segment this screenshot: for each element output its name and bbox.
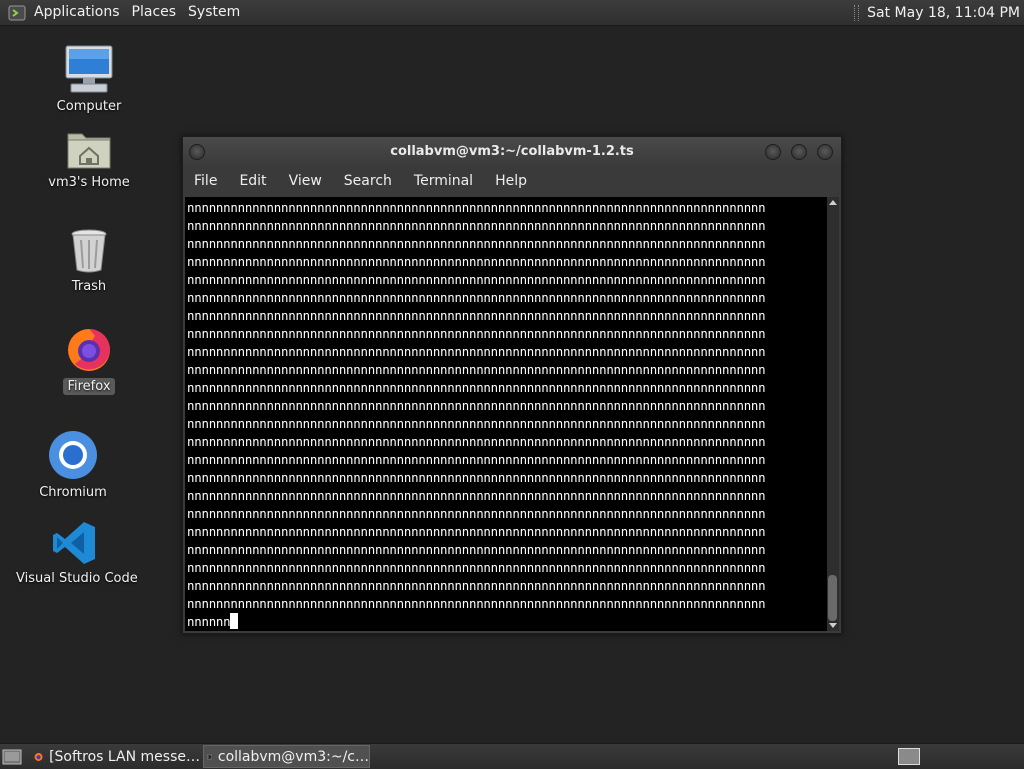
terminal-line: nnnnnnnnnnnnnnnnnnnnnnnnnnnnnnnnnnnnnnnn…: [187, 506, 766, 521]
desktop-icon-label: vm3's Home: [48, 175, 130, 190]
terminal-line: nnnnnnnnnnnnnnnnnnnnnnnnnnnnnnnnnnnnnnnn…: [187, 488, 766, 503]
terminal-line: nnnnnnnnnnnnnnnnnnnnnnnnnnnnnnnnnnnnnnnn…: [187, 290, 766, 305]
scrollbar-thumb[interactable]: [828, 575, 837, 621]
taskbar-item-label: [Softros LAN messe…: [49, 748, 200, 765]
terminal-line: nnnnnnnnnnnnnnnnnnnnnnnnnnnnnnnnnnnnnnnn…: [187, 416, 766, 431]
show-desktop-button[interactable]: [2, 745, 24, 768]
taskbar-item-softros[interactable]: [Softros LAN messe…: [34, 745, 200, 768]
close-button[interactable]: [817, 144, 833, 160]
terminal-scrollbar[interactable]: [827, 197, 839, 631]
menu-search[interactable]: Search: [333, 173, 403, 189]
desktop-icon-vscode[interactable]: Visual Studio Code: [12, 520, 138, 587]
terminal-line: nnnnnnnnnnnnnnnnnnnnnnnnnnnnnnnnnnnnnnnn…: [187, 254, 766, 269]
terminal-menubar: File Edit View Search Terminal Help: [183, 167, 841, 195]
chromium-icon: [49, 431, 97, 479]
maximize-button[interactable]: [791, 144, 807, 160]
terminal-line: nnnnnnnnnnnnnnnnnnnnnnnnnnnnnnnnnnnnnnnn…: [187, 470, 766, 485]
top-panel: Applications Places System Sat May 18, 1…: [0, 0, 1024, 26]
terminal-line: nnnnnnnnnnnnnnnnnnnnnnnnnnnnnnnnnnnnnnnn…: [187, 362, 766, 377]
terminal-line: nnnnnnnnnnnnnnnnnnnnnnnnnnnnnnnnnnnnnnnn…: [187, 524, 766, 539]
desktop-icon-trash[interactable]: Trash: [56, 228, 122, 295]
scroll-down-arrow-icon[interactable]: [829, 623, 837, 628]
firefox-icon: [68, 329, 110, 371]
desktop-icon-computer[interactable]: Computer: [46, 44, 132, 115]
terminal-line: nnnnnnnnnnnnnnnnnnnnnnnnnnnnnnnnnnnnnnnn…: [187, 218, 766, 233]
prompt-line: nnnnnn: [187, 614, 231, 629]
terminal-icon: [207, 754, 212, 759]
terminal-line: nnnnnnnnnnnnnnnnnnnnnnnnnnnnnnnnnnnnnnnn…: [187, 434, 766, 449]
terminal-line: nnnnnnnnnnnnnnnnnnnnnnnnnnnnnnnnnnnnnnnn…: [187, 236, 766, 251]
workspace-switcher[interactable]: [898, 748, 920, 765]
menu-file[interactable]: File: [183, 173, 228, 189]
home-folder-icon: [67, 133, 111, 169]
menu-view[interactable]: View: [278, 173, 333, 189]
menu-terminal[interactable]: Terminal: [403, 173, 484, 189]
scroll-up-arrow-icon[interactable]: [829, 200, 837, 205]
terminal-window[interactable]: collabvm@vm3:~/collabvm-1.2.ts File Edit…: [182, 136, 842, 634]
terminal-line: nnnnnnnnnnnnnnnnnnnnnnnnnnnnnnnnnnnnnnnn…: [187, 398, 766, 413]
terminal-line: nnnnnnnnnnnnnnnnnnnnnnnnnnnnnnnnnnnnnnnn…: [187, 578, 766, 593]
terminal-line: nnnnnnnnnnnnnnnnnnnnnnnnnnnnnnnnnnnnnnnn…: [187, 200, 766, 215]
computer-icon: [65, 45, 113, 93]
system-menu[interactable]: System: [182, 0, 246, 25]
desktop-icon-label: Chromium: [39, 485, 107, 500]
window-title: collabvm@vm3:~/collabvm-1.2.ts: [390, 144, 634, 159]
taskbar-item-label: collabvm@vm3:~/c…: [217, 748, 369, 765]
show-desktop-icon: [2, 749, 22, 764]
firefox-icon: [34, 752, 43, 761]
terminal-line: nnnnnnnnnnnnnnnnnnnnnnnnnnnnnnnnnnnnnnnn…: [187, 308, 766, 323]
menu-edit[interactable]: Edit: [228, 173, 277, 189]
applications-menu[interactable]: Applications: [28, 0, 126, 25]
terminal-line: nnnnnnnnnnnnnnnnnnnnnnnnnnnnnnnnnnnnnnnn…: [187, 326, 766, 341]
bottom-panel: [Softros LAN messe… collabvm@vm3:~/c…: [0, 743, 1024, 769]
terminal-line: nnnnnnnnnnnnnnnnnnnnnnnnnnnnnnnnnnnnnnnn…: [187, 560, 766, 575]
desktop-icon-label: Computer: [56, 99, 122, 114]
terminal-line: nnnnnnnnnnnnnnnnnnnnnnnnnnnnnnnnnnnnnnnn…: [187, 272, 766, 287]
text-cursor: [230, 613, 239, 629]
clock[interactable]: Sat May 18, 11:04 PM: [867, 5, 1020, 21]
window-titlebar[interactable]: collabvm@vm3:~/collabvm-1.2.ts: [183, 137, 841, 167]
desktop-icon-label: Firefox: [63, 378, 115, 395]
terminal-line: nnnnnnnnnnnnnnnnnnnnnnnnnnnnnnnnnnnnnnnn…: [187, 344, 766, 359]
window-menu-button[interactable]: [189, 144, 205, 160]
taskbar-item-terminal[interactable]: collabvm@vm3:~/c…: [203, 745, 370, 768]
terminal-line: nnnnnnnnnnnnnnnnnnnnnnnnnnnnnnnnnnnnnnnn…: [187, 596, 766, 611]
desktop-icon-home[interactable]: vm3's Home: [43, 128, 135, 191]
terminal-line: nnnnnnnnnnnnnnnnnnnnnnnnnnnnnnnnnnnnnnnn…: [187, 452, 766, 467]
terminal-line: nnnnnnnnnnnnnnnnnnnnnnnnnnnnnnnnnnnnnnnn…: [187, 380, 766, 395]
desktop-icon-label: Visual Studio Code: [16, 571, 138, 586]
minimize-button[interactable]: [765, 144, 781, 160]
desktop-icon-label: Trash: [71, 279, 107, 294]
terminal-text: nnnnnnnnnnnnnnnnnnnnnnnnnnnnnnnnnnnnnnnn…: [187, 199, 766, 631]
desktop-icon-chromium[interactable]: Chromium: [32, 430, 114, 501]
menu-help[interactable]: Help: [484, 173, 538, 189]
panel-separator: [854, 4, 860, 21]
places-menu[interactable]: Places: [126, 0, 183, 25]
applications-icon[interactable]: [8, 4, 26, 22]
terminal-line: nnnnnnnnnnnnnnnnnnnnnnnnnnnnnnnnnnnnnnnn…: [187, 542, 766, 557]
trash-icon: [71, 229, 107, 273]
desktop-icon-firefox[interactable]: Firefox: [56, 326, 122, 395]
vscode-icon: [53, 522, 95, 564]
terminal-output[interactable]: nnnnnnnnnnnnnnnnnnnnnnnnnnnnnnnnnnnnnnnn…: [185, 197, 827, 631]
